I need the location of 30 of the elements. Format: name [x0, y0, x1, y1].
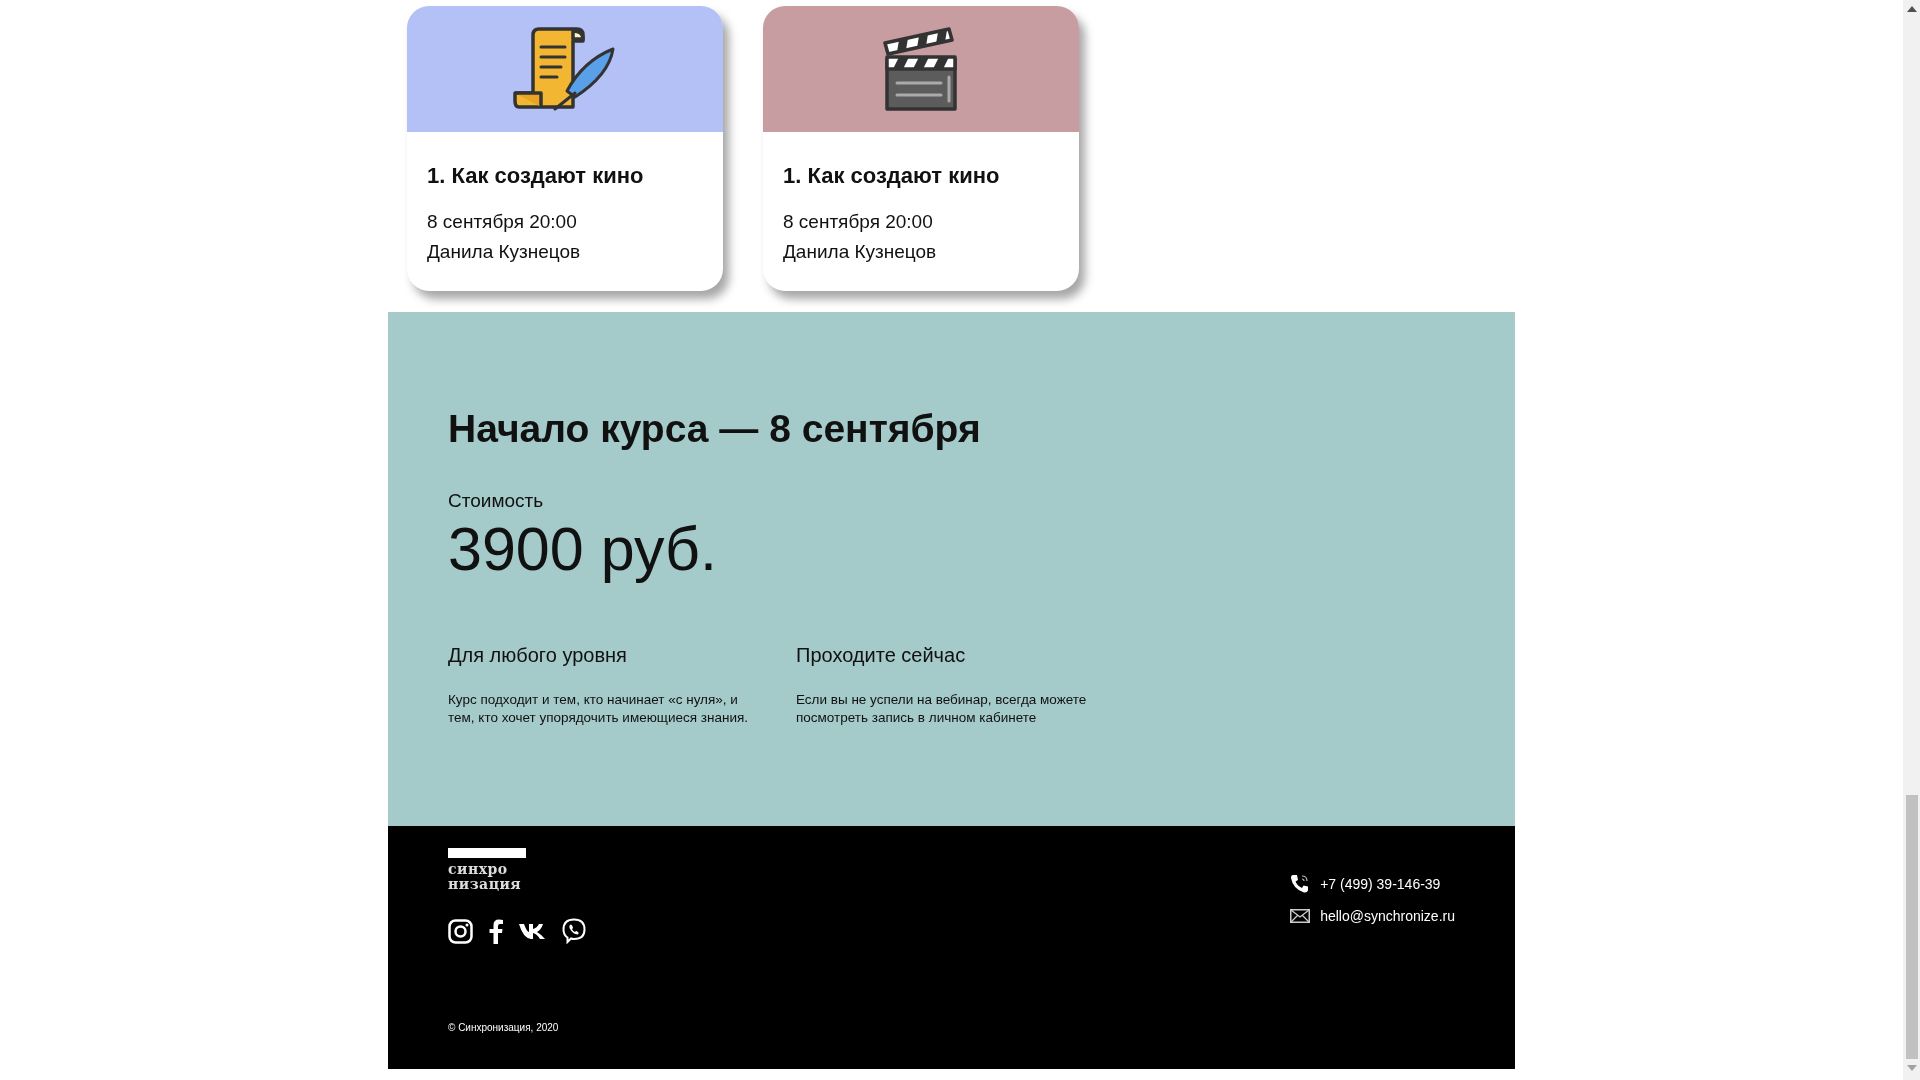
phone-icon — [1290, 874, 1311, 894]
lesson-title: 1. Как создают кино — [427, 163, 645, 189]
logo[interactable]: синхро низация — [448, 848, 528, 892]
feature-title: Для любого уровня — [448, 644, 628, 667]
viber-icon[interactable] — [562, 918, 586, 944]
price-label: Стоимость — [448, 490, 545, 512]
lesson-card[interactable]: 1. Как создают кино 8 сентября 20:00 Данила Кузнецов — [763, 6, 1079, 291]
lesson-author: Данила Кузнецов — [427, 240, 582, 264]
feature-description: Курс подходит и тем, кто начинает «с нуля», и тем, кто хочет упорядочить имеющиеся знания. — [448, 691, 748, 727]
email-link[interactable]: hello@synchronize.ru — [1320, 908, 1455, 924]
lesson-author: Данила Кузнецов — [783, 240, 938, 264]
lesson-card[interactable]: 1. Как создают кино 8 сентября 20:00 Данила Кузнецов — [407, 6, 723, 291]
feature-description: Если вы не успели на вебинар, всегда можете посмотреть запись в личном кабинете — [796, 691, 1088, 727]
scrollbar-thumb[interactable] — [1905, 795, 1918, 1059]
phone-number-link[interactable]: +7 (499) 39-146-39 — [1320, 876, 1441, 892]
feature-title: Проходите сейчас — [796, 644, 967, 667]
vk-icon[interactable] — [519, 923, 546, 939]
facebook-icon[interactable] — [489, 918, 503, 944]
instagram-icon[interactable] — [448, 918, 473, 944]
price-value: 3900 руб. — [448, 514, 718, 584]
lesson-date: 8 сентября 20:00 — [783, 210, 934, 234]
scroll-up-arrow-icon[interactable] — [1906, 6, 1917, 12]
lesson-date: 8 сентября 20:00 — [427, 210, 578, 234]
clapperboard-icon — [883, 27, 959, 111]
scroll-with-quill-icon — [513, 27, 617, 111]
course-start-heading: Начало курса — 8 сентября — [448, 406, 982, 452]
lesson-title: 1. Как создают кино — [783, 163, 1001, 189]
scrollbar[interactable] — [1903, 0, 1920, 1080]
email-icon — [1290, 909, 1311, 923]
copyright-text: © Синхронизация, 2020 — [448, 1022, 560, 1033]
